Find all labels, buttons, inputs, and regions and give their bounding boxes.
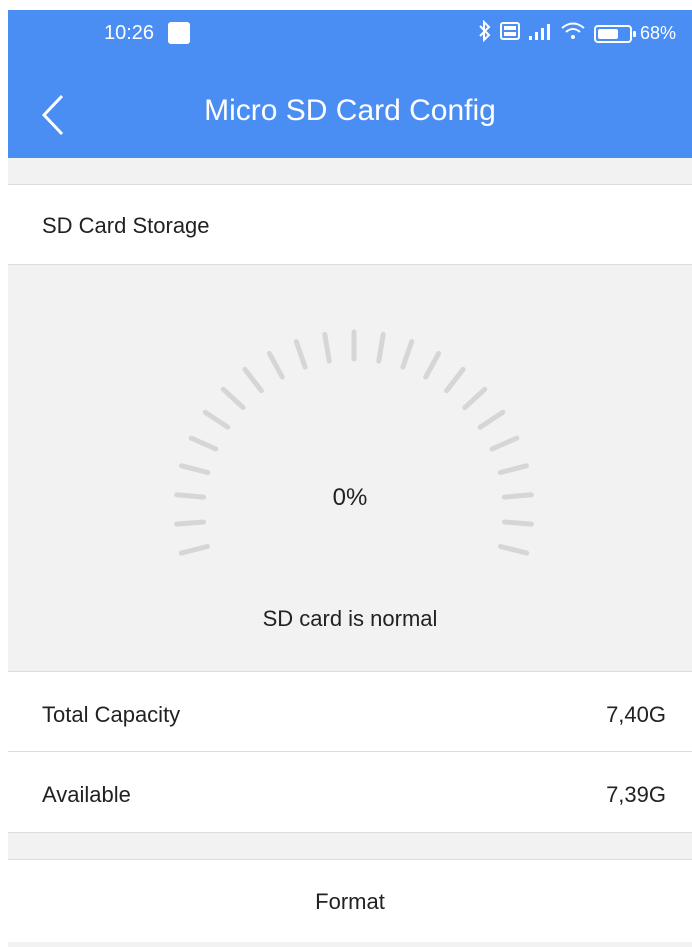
gauge-tick (242, 366, 264, 394)
gauge-percent: 0% (332, 484, 368, 511)
gauge-tick (174, 519, 206, 527)
app-header: 10:26 68% Micro SD Card Config (8, 10, 692, 158)
total-capacity-label: Total Capacity (42, 702, 181, 727)
gauge-tick (444, 366, 466, 394)
signal-icon (528, 22, 552, 45)
total-capacity-value: 7,40G (606, 702, 666, 727)
gauge-tick (502, 519, 534, 527)
gauge-tick (498, 544, 530, 556)
gauge-tick (423, 350, 442, 380)
available-value: 7,39G (606, 782, 666, 807)
gauge-tick (179, 463, 211, 475)
gauge-tick (202, 409, 231, 430)
battery-icon (593, 24, 636, 43)
sd-status-text: SD card is normal (262, 606, 438, 631)
gauge-tick (293, 339, 308, 370)
gauge-tick (220, 386, 246, 410)
gauge-tick (266, 350, 285, 380)
format-button[interactable]: Format (8, 860, 692, 942)
section-title: SD Card Storage (42, 213, 210, 238)
bluetooth-icon (478, 19, 492, 47)
gauge-tick (462, 386, 488, 410)
gauge-tick (477, 409, 506, 430)
gauge-tick (188, 435, 219, 452)
volte-icon (499, 22, 520, 45)
bottom-strip (8, 942, 692, 947)
storage-gauge-panel: 0% SD card is normal (8, 265, 692, 671)
section-spacer (8, 158, 692, 184)
left-gutter (0, 0, 8, 947)
available-row: Available 7,39G (8, 752, 692, 832)
gauge-tick (400, 339, 415, 370)
gauge-tick (376, 331, 386, 364)
status-icons: 68% (478, 19, 676, 47)
notification-icon (168, 22, 190, 44)
sd-card-storage-header: SD Card Storage (8, 185, 692, 264)
gauge-tick (497, 463, 529, 475)
gauge-tick (178, 544, 210, 556)
status-time: 10:26 (104, 22, 155, 44)
format-label: Format (315, 889, 385, 914)
screen: 10:26 68% Micro SD Card Config SD Card S… (0, 0, 692, 947)
gauge-tick (322, 331, 332, 364)
total-capacity-row: Total Capacity 7,40G (8, 672, 692, 751)
wifi-icon (560, 21, 586, 46)
gauge-tick (489, 435, 520, 452)
available-label: Available (42, 782, 131, 807)
page-title: Micro SD Card Config (204, 94, 496, 127)
battery-level (597, 28, 618, 39)
battery-percent: 68% (639, 23, 676, 43)
section-spacer (8, 833, 692, 859)
